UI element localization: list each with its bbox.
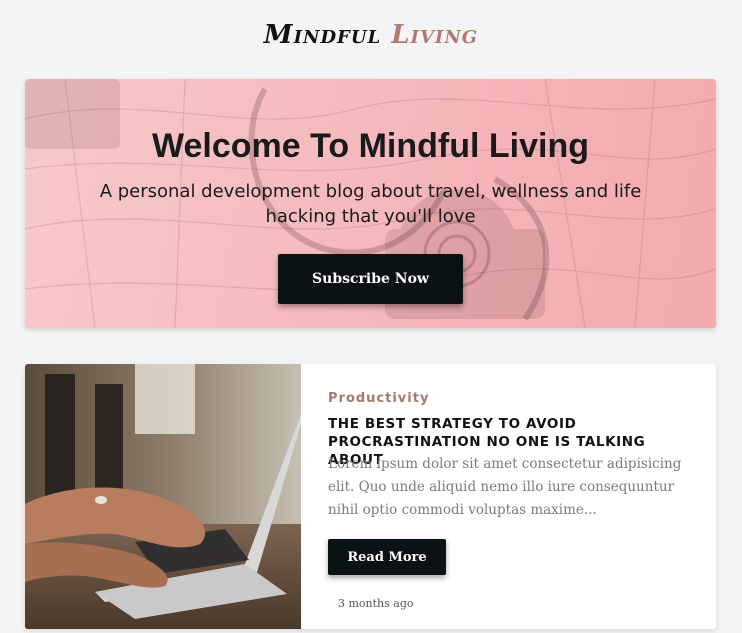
hero-title-prefix: Welcome To — [152, 127, 350, 165]
logo-text-primary: Mindful — [263, 20, 382, 50]
post-excerpt: Lorem ipsum dolor sit amet consectetur a… — [328, 456, 682, 518]
logo-text-accent: Living — [391, 20, 479, 50]
post-category[interactable]: Productivity — [328, 391, 429, 406]
blog-post-card: Productivity THE BEST STRATEGY TO AVOID … — [25, 364, 716, 629]
hero-subtitle: A personal development blog about travel… — [99, 181, 642, 227]
site-logo[interactable]: Mindful Living — [0, 20, 742, 50]
post-timestamp: 3 months ago — [338, 597, 414, 610]
hero-title-brand: Mindful Living — [358, 127, 589, 165]
post-image-laptop[interactable] — [25, 364, 301, 629]
hero-banner: Welcome To Mindful Living A personal dev… — [25, 79, 716, 328]
read-more-button[interactable]: Read More — [328, 539, 446, 575]
subscribe-button[interactable]: Subscribe Now — [278, 254, 463, 304]
hero-title: Welcome To Mindful Living — [25, 127, 716, 166]
